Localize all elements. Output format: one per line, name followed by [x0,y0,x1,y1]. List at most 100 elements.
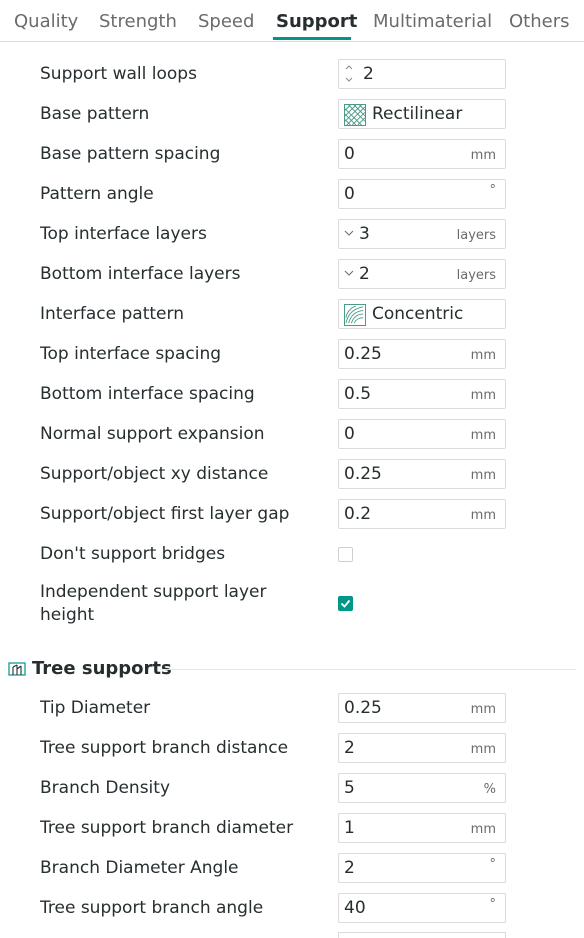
field-value: 0.25 [344,464,382,484]
setting-row-top-interface-layers: Top interface layers 3 layers [0,214,584,254]
setting-row-branch-density: Branch Density 5 % [0,768,584,808]
field-value: 0 [344,144,355,164]
tab-quality[interactable]: Quality [14,11,78,32]
setting-row-independent-support-layer-height: Independent support layer height [0,578,584,632]
setting-row-base-pattern: Base pattern Rectilinear [0,94,584,134]
field-value: Concentric [372,304,464,324]
field-unit: layers [456,268,496,283]
support-object-first-layer-gap-input[interactable]: 0.2 mm [338,499,506,529]
field-value: 2 [363,64,374,84]
spin-up-icon[interactable] [343,63,355,73]
setting-label: Tree support branch diameter [40,818,294,838]
field-value: 2 [344,738,355,758]
base-pattern-spacing-input[interactable]: 0 mm [338,139,506,169]
field-unit: mm [470,508,496,523]
tab-others[interactable]: Others [509,11,570,32]
field-value: Rectilinear [372,104,463,124]
tree-support-branch-diameter-input[interactable]: 1 mm [338,813,506,843]
field-unit: layers [456,228,496,243]
top-interface-layers-combo[interactable]: 3 layers [338,219,506,249]
section-title: Tree supports [32,658,172,679]
field-unit: ° [489,857,497,872]
branch-density-input[interactable]: 5 % [338,773,506,803]
field-value: 0.25 [344,698,382,718]
setting-row-interface-pattern: Interface pattern Concentric [0,294,584,334]
setting-row-support-object-xy-distance: Support/object xy distance 0.25 mm [0,454,584,494]
setting-label: Support/object first layer gap [40,504,290,524]
field-value: 0.25 [344,344,382,364]
field-unit: ° [489,183,497,198]
setting-row-dont-support-bridges: Don't support bridges [0,534,584,574]
setting-label: Tree support branch distance [40,738,289,758]
setting-label: Tip Diameter [40,698,151,718]
chevron-down-icon[interactable] [343,269,355,277]
chevron-down-icon[interactable] [343,229,355,237]
checkmark-icon [340,599,351,608]
setting-label: Top interface spacing [40,344,222,364]
setting-label: Pattern angle [40,184,154,204]
setting-label: Tree support branch angle [40,898,264,918]
setting-row-support-wall-loops: Support wall loops 2 [0,54,584,94]
field-unit: % [483,782,496,797]
setting-label: Support wall loops [40,64,197,84]
field-unit: mm [470,742,496,757]
setting-label: Don't support bridges [40,544,226,564]
dont-support-bridges-checkbox[interactable] [338,547,353,562]
setting-row-tree-support-branch-distance: Tree support branch distance 2 mm [0,728,584,768]
top-interface-spacing-input[interactable]: 0.25 mm [338,339,506,369]
support-wall-loops-spin-input[interactable]: 2 [338,59,506,89]
setting-row-tree-support-branch-diameter: Tree support branch diameter 1 mm [0,808,584,848]
setting-row-bottom-interface-layers: Bottom interface layers 2 layers [0,254,584,294]
field-value: 5 [344,778,355,798]
tab-strength[interactable]: Strength [99,11,177,32]
field-value: 40 [344,898,366,918]
tree-supports-section-header: Tree supports [0,652,584,688]
setting-row-tree-support-branch-angle: Tree support branch angle 40 ° [0,888,584,928]
tab-multimaterial[interactable]: Multimaterial [373,11,492,32]
next-setting-input-partial[interactable] [338,932,506,938]
spin-down-icon[interactable] [343,74,355,84]
base-pattern-select[interactable]: Rectilinear [338,99,506,129]
tab-support[interactable]: Support [276,11,357,32]
tree-support-branch-distance-input[interactable]: 2 mm [338,733,506,763]
bottom-interface-spacing-input[interactable]: 0.5 mm [338,379,506,409]
field-unit: mm [470,468,496,483]
branch-diameter-angle-input[interactable]: 2 ° [338,853,506,883]
interface-pattern-select[interactable]: Concentric [338,299,506,329]
tree-support-branch-angle-input[interactable]: 40 ° [338,893,506,923]
independent-support-layer-height-checkbox[interactable] [338,596,353,611]
setting-label: Branch Density [40,778,170,798]
field-unit: mm [470,148,496,163]
tree-support-icon [8,662,26,676]
tab-speed[interactable]: Speed [198,11,254,32]
setting-row-branch-diameter-angle: Branch Diameter Angle 2 ° [0,848,584,888]
setting-label: Support/object xy distance [40,464,269,484]
setting-row-tip-diameter: Tip Diameter 0.25 mm [0,688,584,728]
setting-row-normal-support-expansion: Normal support expansion 0 mm [0,414,584,454]
field-value: 0 [344,184,355,204]
field-value: 0.2 [344,504,372,524]
concentric-pattern-icon [344,304,366,326]
section-divider [160,669,576,670]
field-unit: mm [470,428,496,443]
field-value: 0.5 [344,384,372,404]
setting-label: Branch Diameter Angle [40,858,239,878]
setting-label: Normal support expansion [40,424,265,444]
setting-row-pattern-angle: Pattern angle 0 ° [0,174,584,214]
pattern-angle-input[interactable]: 0 ° [338,179,506,209]
normal-support-expansion-input[interactable]: 0 mm [338,419,506,449]
field-unit: ° [489,897,497,912]
setting-label: Top interface layers [40,224,207,244]
setting-label: Interface pattern [40,304,184,324]
spin-buttons[interactable] [343,63,355,85]
bottom-interface-layers-combo[interactable]: 2 layers [338,259,506,289]
field-value: 2 [344,858,355,878]
setting-label: Bottom interface spacing [40,384,255,404]
support-object-xy-distance-input[interactable]: 0.25 mm [338,459,506,489]
field-unit: mm [470,702,496,717]
field-unit: mm [470,388,496,403]
setting-row-top-interface-spacing: Top interface spacing 0.25 mm [0,334,584,374]
setting-row-base-pattern-spacing: Base pattern spacing 0 mm [0,134,584,174]
tip-diameter-input[interactable]: 0.25 mm [338,693,506,723]
setting-label: Base pattern spacing [40,144,221,164]
